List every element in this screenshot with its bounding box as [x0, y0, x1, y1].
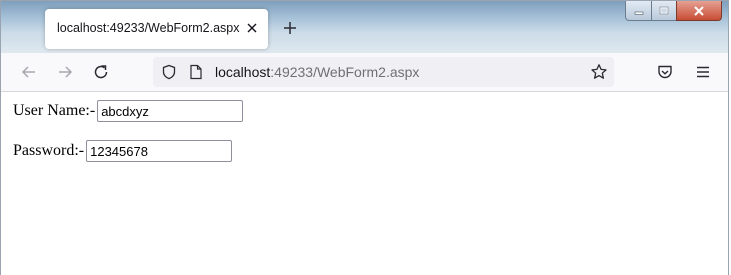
back-arrow-icon[interactable] — [19, 62, 39, 82]
minimize-button[interactable] — [625, 1, 652, 21]
bookmark-star-icon[interactable] — [590, 63, 608, 81]
pocket-icon[interactable] — [655, 62, 675, 82]
close-window-icon — [694, 5, 704, 16]
hamburger-menu-icon[interactable] — [693, 62, 713, 82]
maximize-button[interactable] — [651, 1, 677, 21]
username-row: User Name:- — [13, 100, 244, 122]
password-label: Password:- — [13, 142, 85, 159]
close-window-button[interactable] — [676, 1, 722, 21]
new-tab-plus-icon[interactable] — [280, 18, 300, 38]
url-host: localhost — [215, 64, 271, 80]
url-path: :49233/WebForm2.aspx — [270, 64, 420, 80]
browser-window: localhost:49233/WebForm2.aspx localhost:… — [0, 0, 729, 275]
password-input[interactable] — [86, 140, 233, 162]
maximize-icon — [659, 6, 669, 14]
page-icon[interactable] — [189, 64, 203, 80]
close-tab-icon[interactable] — [244, 20, 260, 36]
forward-arrow-icon[interactable] — [55, 62, 75, 82]
tab-strip: localhost:49233/WebForm2.aspx — [1, 1, 728, 53]
url-text[interactable]: localhost:49233/WebForm2.aspx — [215, 64, 419, 80]
reload-icon[interactable] — [91, 62, 111, 82]
password-row: Password:- — [13, 140, 233, 162]
tab-title: localhost:49233/WebForm2.aspx — [57, 21, 240, 35]
page-content: User Name:- Password:- — [1, 92, 728, 275]
navigation-toolbar: localhost:49233/WebForm2.aspx — [1, 53, 728, 92]
username-input[interactable] — [97, 100, 244, 122]
username-label: User Name:- — [13, 102, 96, 119]
browser-tab[interactable]: localhost:49233/WebForm2.aspx — [45, 9, 268, 49]
minimize-icon — [634, 11, 643, 15]
shield-icon[interactable] — [161, 64, 177, 80]
address-bar[interactable]: localhost:49233/WebForm2.aspx — [153, 57, 614, 87]
